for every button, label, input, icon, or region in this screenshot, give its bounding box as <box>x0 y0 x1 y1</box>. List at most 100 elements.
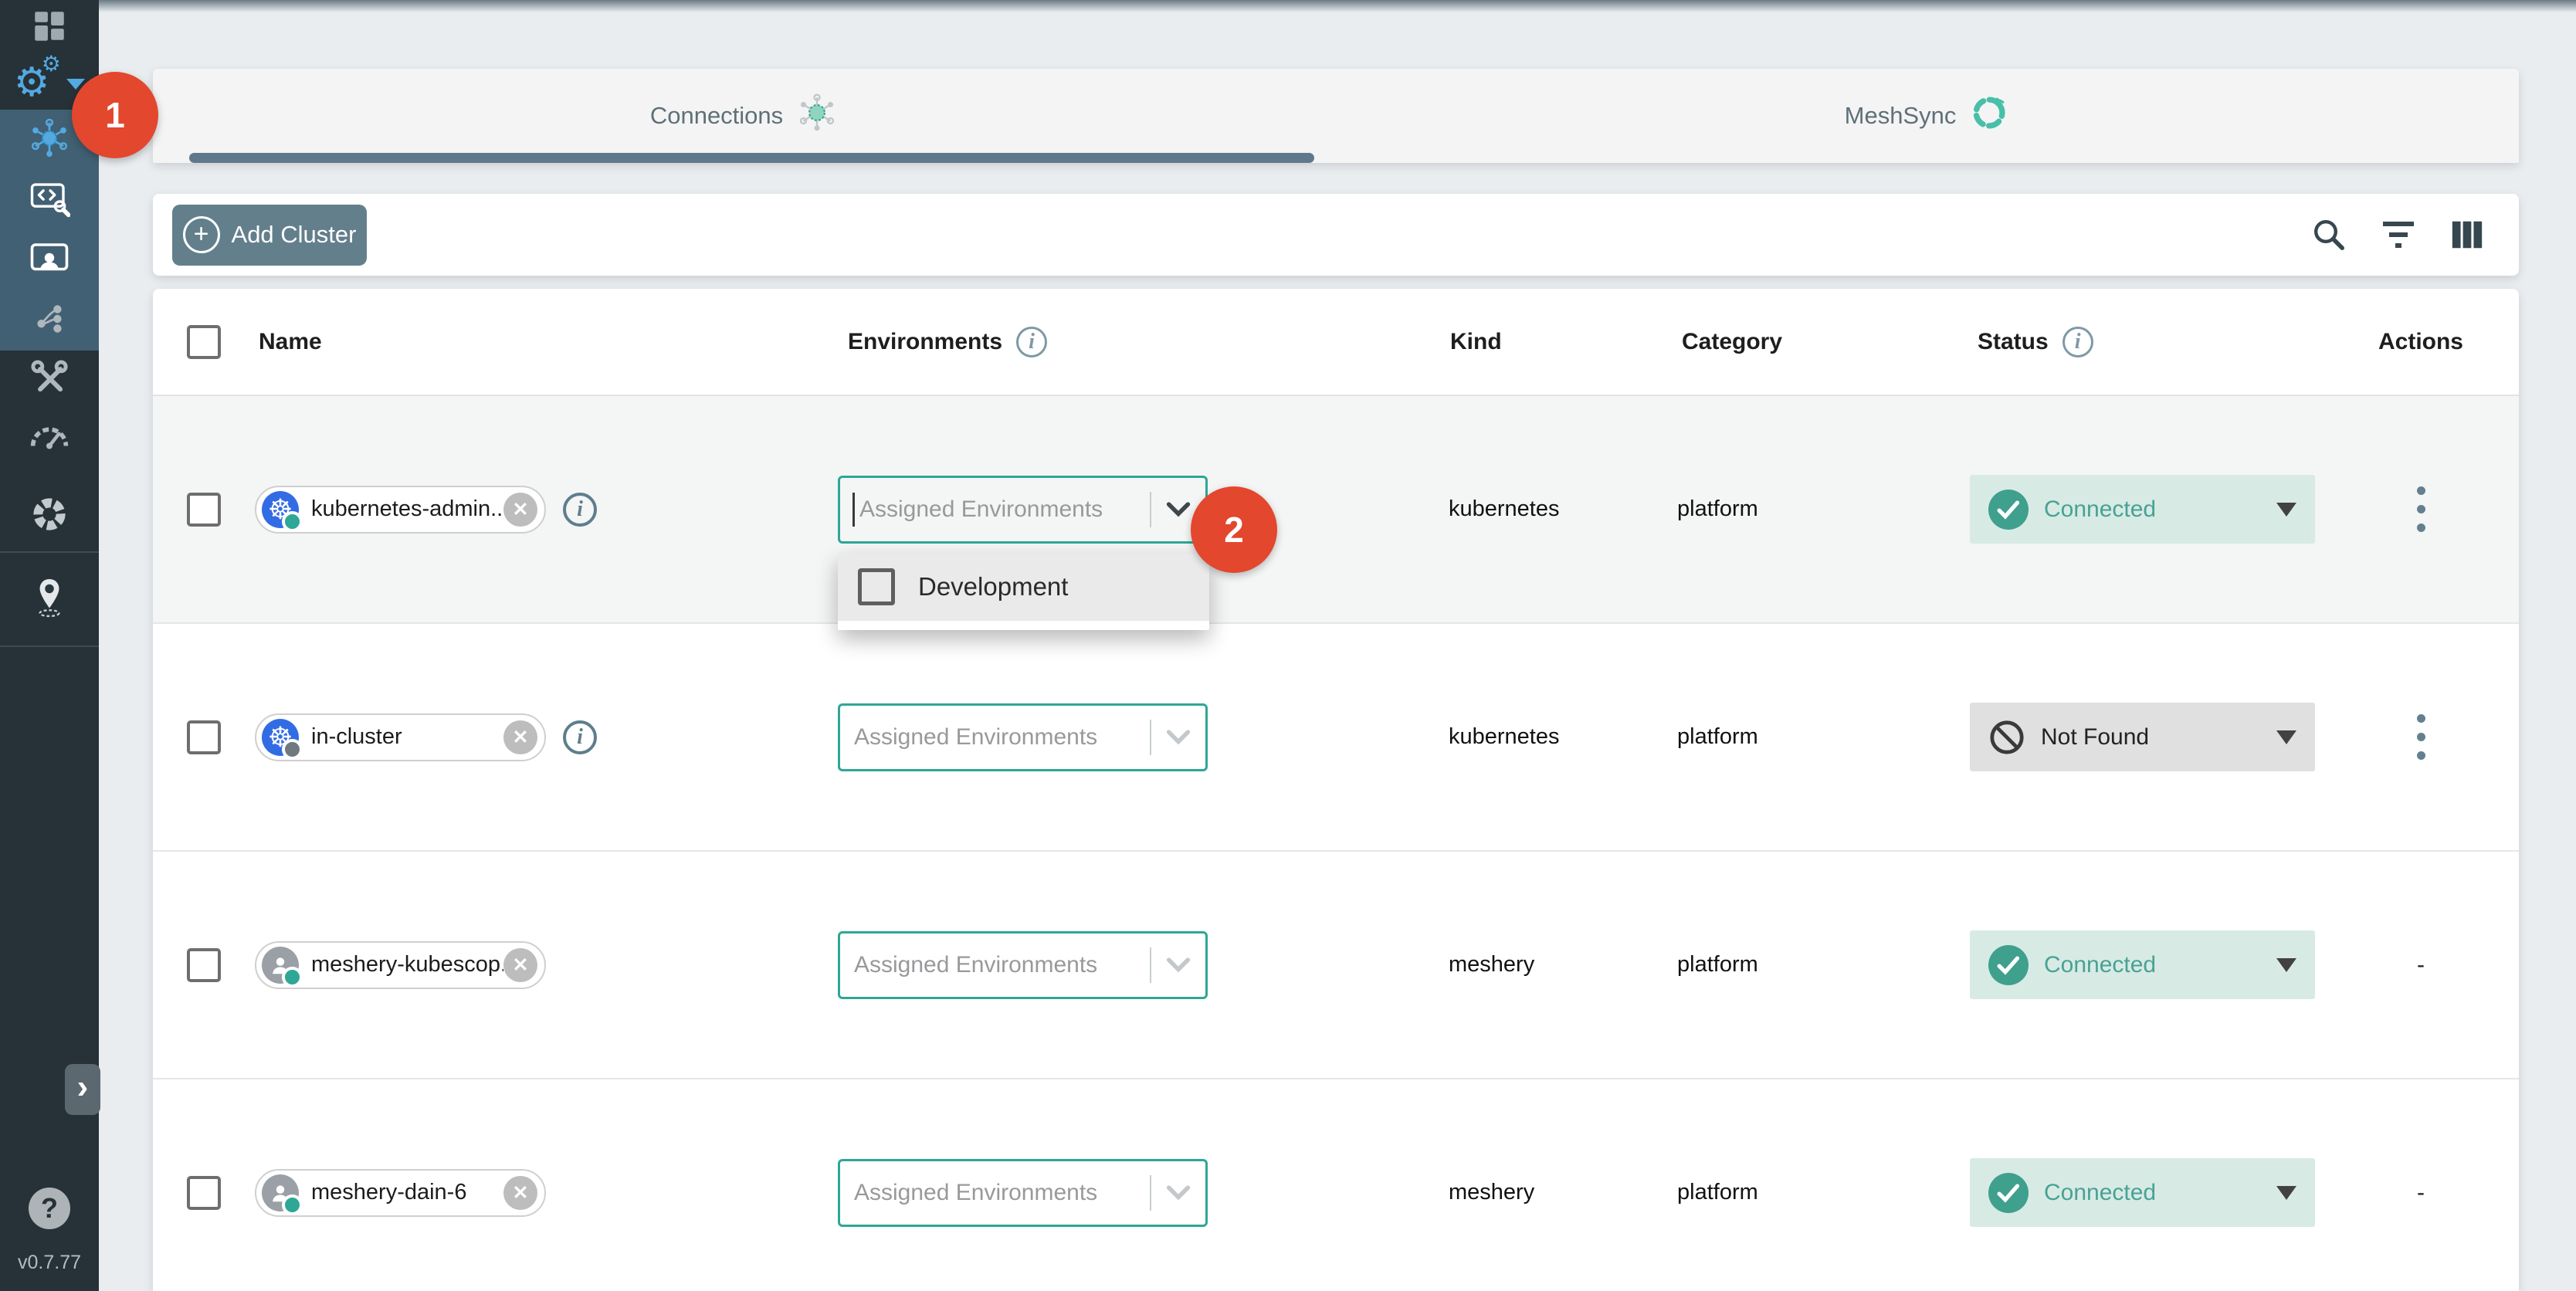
connection-chip[interactable]: meshery-dain-6 <box>255 1169 546 1217</box>
filter-icon[interactable] <box>2380 219 2417 251</box>
view-columns-icon[interactable] <box>2449 217 2485 252</box>
info-icon[interactable] <box>563 493 597 527</box>
dashboard-grid-icon <box>30 7 69 49</box>
user-avatar-icon <box>262 947 299 984</box>
row-checkbox[interactable] <box>187 493 221 527</box>
category-value: platform <box>1666 496 1968 522</box>
user-avatar-icon <box>262 1174 299 1211</box>
tabs-bar: Connections <box>153 69 2519 163</box>
tab-meshsync[interactable]: MeshSync <box>1336 69 2519 163</box>
delete-connection-icon[interactable] <box>503 1176 537 1210</box>
meshery-app: v0.7.77 Connections <box>0 0 2576 1291</box>
kubernetes-icon <box>262 719 299 756</box>
connection-chip[interactable]: meshery-kubescop... <box>255 941 546 989</box>
table-row: meshery-kubescop... Assigned Environment… <box>153 852 2519 1079</box>
sidebar-item-dashboard[interactable] <box>0 0 99 56</box>
delete-connection-icon[interactable] <box>503 493 537 527</box>
caret-down-icon <box>2276 730 2296 744</box>
row-checkbox[interactable] <box>187 1176 221 1210</box>
connection-chip[interactable]: kubernetes-admin... <box>255 486 546 534</box>
option-checkbox[interactable] <box>858 568 895 605</box>
connections-table: Name Environments Kind Category Status A… <box>153 289 2519 1291</box>
table-header: Name Environments Kind Category Status A… <box>153 289 2519 396</box>
kubernetes-icon <box>262 491 299 528</box>
help-button[interactable] <box>29 1188 70 1229</box>
column-header-name[interactable]: Name <box>255 329 836 355</box>
tab-meshsync-label: MeshSync <box>1845 102 1957 130</box>
kind-value: meshery <box>1435 952 1666 978</box>
tab-connections-label: Connections <box>650 102 783 130</box>
status-select[interactable]: Connected <box>1970 1158 2315 1227</box>
meshsync-spinner-icon <box>1968 92 2010 140</box>
row-actions-menu[interactable] <box>2412 710 2430 764</box>
sidebar-item-remote-session[interactable] <box>0 230 99 290</box>
status-select[interactable]: Connected <box>1970 475 2315 544</box>
connection-chip[interactable]: in-cluster <box>255 713 546 761</box>
no-actions-dash: - <box>2417 952 2425 978</box>
row-actions-menu[interactable] <box>2412 482 2430 537</box>
app-version: v0.7.77 <box>18 1252 81 1274</box>
toolbox-wrenches-icon <box>29 358 69 402</box>
catalog-pin-icon <box>32 576 67 623</box>
tab-connections[interactable]: Connections <box>153 69 1336 163</box>
chevron-down-icon[interactable] <box>1165 957 1191 974</box>
sidebar-item-performance[interactable] <box>0 409 99 465</box>
caret-down-icon <box>2276 958 2296 972</box>
annotation-badge-1: 1 <box>72 72 158 158</box>
lifecycle-gears-icon <box>14 63 86 103</box>
column-header-status[interactable]: Status <box>1968 327 2323 357</box>
column-header-category[interactable]: Category <box>1666 329 1968 355</box>
designs-nodes-icon <box>30 300 69 342</box>
category-value: platform <box>1666 1180 1968 1205</box>
column-header-actions: Actions <box>2323 329 2519 355</box>
search-icon[interactable] <box>2310 216 2347 253</box>
status-select[interactable]: Not Found <box>1970 703 2315 771</box>
delete-connection-icon[interactable] <box>503 948 537 982</box>
info-icon[interactable] <box>1016 327 1047 357</box>
category-value: platform <box>1666 724 1968 750</box>
text-cursor <box>852 493 855 527</box>
chevron-down-icon[interactable] <box>1165 1184 1191 1201</box>
environments-select[interactable]: Assigned Environments <box>838 931 1208 999</box>
kind-value: kubernetes <box>1435 724 1666 750</box>
annotation-badge-2: 2 <box>1191 486 1277 573</box>
connections-tab-icon <box>795 91 839 141</box>
sidebar-expand-button[interactable] <box>65 1064 100 1115</box>
status-select[interactable]: Connected <box>1970 930 2315 999</box>
table-row: meshery-dain-6 Assigned Environments mes… <box>153 1079 2519 1291</box>
environments-select[interactable]: Assigned Environments <box>838 1159 1208 1227</box>
sidebar-item-catalog[interactable] <box>0 551 99 647</box>
add-cluster-button[interactable]: Add Cluster <box>172 205 367 266</box>
column-header-environments[interactable]: Environments <box>836 327 1435 357</box>
info-icon[interactable] <box>563 720 597 754</box>
offline-status-dot <box>282 739 303 760</box>
sidebar-item-adapters[interactable] <box>0 170 99 230</box>
row-checkbox[interactable] <box>187 948 221 982</box>
online-status-dot <box>282 1194 303 1215</box>
info-icon[interactable] <box>2062 327 2093 357</box>
sidebar-item-extensions[interactable] <box>0 486 99 545</box>
caret-down-icon <box>2276 503 2296 517</box>
add-cluster-label: Add Cluster <box>232 221 357 249</box>
sidebar: v0.7.77 <box>0 0 99 1291</box>
environments-select[interactable]: Assigned Environments <box>838 703 1208 771</box>
select-all-checkbox[interactable] <box>187 325 221 359</box>
column-header-kind[interactable]: Kind <box>1435 329 1666 355</box>
connections-toolbar: Add Cluster <box>153 194 2519 276</box>
online-status-dot <box>282 967 303 988</box>
kind-value: kubernetes <box>1435 496 1666 522</box>
category-value: platform <box>1666 952 1968 978</box>
environments-select[interactable]: Assigned Environments <box>838 476 1208 544</box>
sidebar-item-toolbox[interactable] <box>0 351 99 409</box>
connections-mesh-icon <box>29 117 70 163</box>
sidebar-item-designs[interactable] <box>0 290 99 351</box>
chevron-down-icon[interactable] <box>1165 501 1191 518</box>
delete-connection-icon[interactable] <box>503 720 537 754</box>
check-circle-icon <box>1988 490 2029 530</box>
row-checkbox[interactable] <box>187 720 221 754</box>
chevron-down-icon[interactable] <box>1165 729 1191 746</box>
table-row: in-cluster Assigned Environments kuberne… <box>153 624 2519 852</box>
toolbar-icons <box>2310 216 2485 253</box>
remote-session-icon <box>29 241 70 280</box>
environment-option[interactable]: Development <box>838 553 1209 621</box>
